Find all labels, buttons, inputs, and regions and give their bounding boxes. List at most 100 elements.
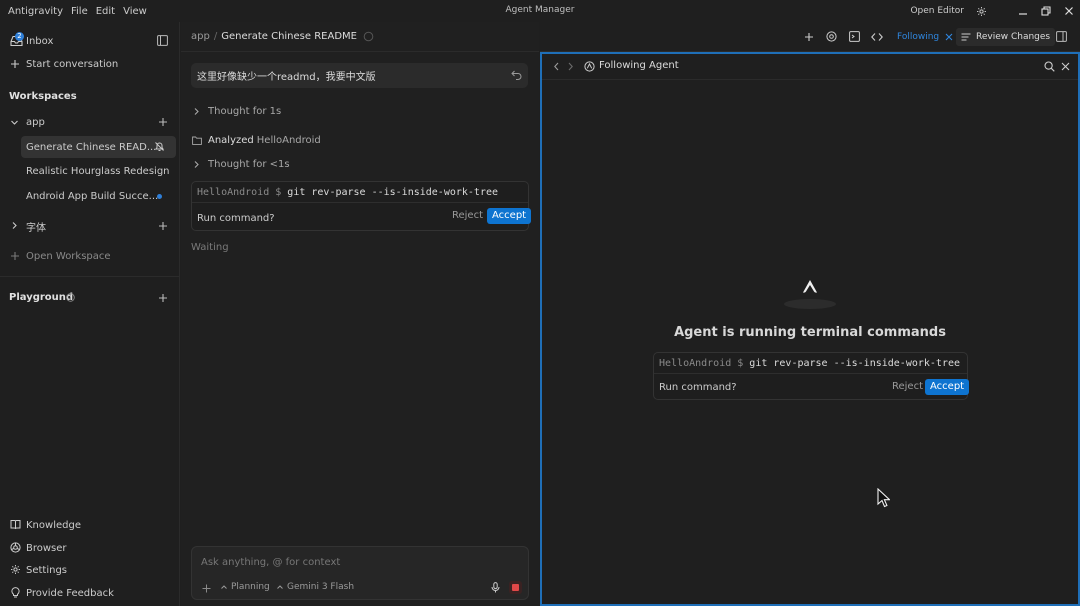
reject-button[interactable]: Reject <box>892 381 923 392</box>
review-changes-label: Review Changes <box>976 32 1051 42</box>
sidebar-item-knowledge[interactable]: Knowledge <box>0 514 180 536</box>
browser-icon <box>10 542 21 553</box>
analyzed-step[interactable]: Analyzed HelloAndroid <box>192 135 321 146</box>
forward-arrow-icon[interactable] <box>567 62 574 71</box>
thought-label: Thought for <1s <box>208 159 290 170</box>
menu-app-name[interactable]: Antigravity <box>8 6 63 17</box>
conversation-panel: app / Generate Chinese README 这里好像缺少一个re… <box>181 22 539 606</box>
sidebar-item-label: Inbox <box>26 35 54 47</box>
reject-button[interactable]: Reject <box>452 210 483 221</box>
agent-command-approval-card: HelloAndroid $ git rev-parse --is-inside… <box>653 352 970 400</box>
run-command-label: Run command? <box>197 212 275 224</box>
plus-icon <box>10 59 20 69</box>
start-conversation-button[interactable]: Start conversation <box>0 53 180 75</box>
conversation-label: Realistic Hourglass Redesign <box>26 165 170 177</box>
add-conversation-icon[interactable] <box>158 117 168 127</box>
folder-icon <box>192 136 202 145</box>
chat-input[interactable]: Ask anything, @ for context <box>201 557 340 568</box>
add-conversation-icon[interactable] <box>158 221 168 231</box>
title-bar: Antigravity File Edit View Agent Manager… <box>0 0 1080 22</box>
open-workspace-label: Open Workspace <box>26 250 111 262</box>
search-icon[interactable] <box>1044 61 1055 72</box>
chevron-right-icon <box>10 221 19 230</box>
close-icon[interactable] <box>945 33 953 41</box>
add-context-icon[interactable] <box>202 584 211 593</box>
following-label: Following <box>897 32 940 42</box>
run-command-label: Run command? <box>659 381 737 393</box>
workspace-name: 字体 <box>26 222 46 234</box>
gear-icon <box>10 564 21 575</box>
analyzed-target: HelloAndroid <box>256 135 321 146</box>
restore-icon <box>1040 6 1051 16</box>
command-approval-card: HelloAndroid $ git rev-parse --is-inside… <box>191 181 532 231</box>
thought-step-2[interactable]: Thought for <1s <box>192 159 290 170</box>
restore-button[interactable] <box>1034 0 1057 22</box>
model-selector[interactable]: Gemini 3 Flash <box>276 582 354 592</box>
menu-view[interactable]: View <box>123 6 147 17</box>
conversation-item-realistic-hourglass[interactable]: Realistic Hourglass Redesign <box>21 160 176 182</box>
workspace-app[interactable]: app <box>0 111 180 133</box>
stop-button[interactable] <box>509 581 522 594</box>
chevron-right-icon <box>194 108 199 115</box>
mode-selector[interactable]: Planning <box>220 582 270 592</box>
lightbulb-icon <box>10 587 21 598</box>
thought-step-1[interactable]: Thought for 1s <box>192 106 281 117</box>
command-prompt: HelloAndroid $ <box>197 186 282 198</box>
close-panel-icon[interactable] <box>1061 62 1070 71</box>
microphone-icon[interactable] <box>491 582 500 593</box>
following-toggle[interactable]: Following <box>891 28 959 46</box>
bell-icon[interactable] <box>154 141 165 152</box>
accept-button[interactable]: Accept <box>925 379 970 395</box>
conversation-item-android-app-build[interactable]: Android App Build Succe... <box>21 185 176 207</box>
info-icon[interactable] <box>66 293 75 302</box>
open-workspace-button[interactable]: Open Workspace <box>0 245 180 267</box>
conversation-label: Generate Chinese READ... <box>26 141 157 153</box>
menu-bar: Antigravity File Edit View <box>0 0 155 22</box>
close-window-button[interactable] <box>1057 0 1080 22</box>
mouse-cursor-icon <box>877 488 890 508</box>
workspace-font[interactable]: 字体 <box>0 215 180 237</box>
undo-icon[interactable] <box>511 70 522 80</box>
chat-composer: Ask anything, @ for context Planning Gem… <box>191 546 529 600</box>
sidebar-item-label: Provide Feedback <box>26 587 114 599</box>
terminal-icon[interactable] <box>849 31 860 42</box>
menu-file[interactable]: File <box>71 6 88 17</box>
playground-heading: Playground <box>9 292 74 303</box>
accept-button[interactable]: Accept <box>487 208 532 224</box>
agent-panel-header: Following Agent <box>542 54 1078 80</box>
code-icon[interactable] <box>871 32 883 42</box>
minimize-icon <box>1018 13 1027 15</box>
command-line: HelloAndroid $ git rev-parse --is-inside… <box>192 182 528 203</box>
conversation-label: Android App Build Succe... <box>26 190 159 202</box>
sidebar-item-inbox[interactable]: 2 Inbox <box>0 30 180 52</box>
stop-icon <box>512 584 519 591</box>
toggle-panel-icon[interactable] <box>1056 31 1067 42</box>
breadcrumb-conversation: Generate Chinese README <box>221 31 357 42</box>
add-playground-icon[interactable] <box>158 293 168 303</box>
conversation-item-generate-chinese-readme[interactable]: Generate Chinese READ... <box>21 136 176 158</box>
command-text: git rev-parse --is-inside-work-tree <box>287 186 499 198</box>
sidebar-item-browser[interactable]: Browser <box>0 537 180 559</box>
workspaces-heading: Workspaces <box>9 91 77 102</box>
workspace-name: app <box>26 116 45 128</box>
settings-gear-button[interactable] <box>973 0 989 22</box>
gear-icon <box>976 6 986 16</box>
playground-section[interactable]: Playground <box>0 287 180 309</box>
command-text: git rev-parse --is-inside-work-tree <box>749 357 961 369</box>
menu-edit[interactable]: Edit <box>96 6 115 17</box>
inbox-count-badge: 2 <box>15 32 24 41</box>
new-plus-icon[interactable] <box>804 32 814 42</box>
sidebar-item-settings[interactable]: Settings <box>0 559 180 581</box>
sidebar-item-feedback[interactable]: Provide Feedback <box>0 582 180 604</box>
back-arrow-icon[interactable] <box>553 62 560 71</box>
open-editor-button[interactable]: Open Editor <box>910 6 964 16</box>
sidebar-item-label: Browser <box>26 542 67 554</box>
analyzed-label: Analyzed <box>208 135 254 146</box>
breadcrumb-workspace[interactable]: app <box>191 31 210 42</box>
minimize-button[interactable] <box>1011 0 1034 22</box>
review-changes-button[interactable]: Review Changes <box>956 28 1056 46</box>
toggle-sidebar-icon[interactable] <box>157 35 168 46</box>
browser-icon[interactable] <box>826 31 837 42</box>
status-text: Waiting <box>191 242 229 253</box>
plus-icon <box>10 251 20 261</box>
